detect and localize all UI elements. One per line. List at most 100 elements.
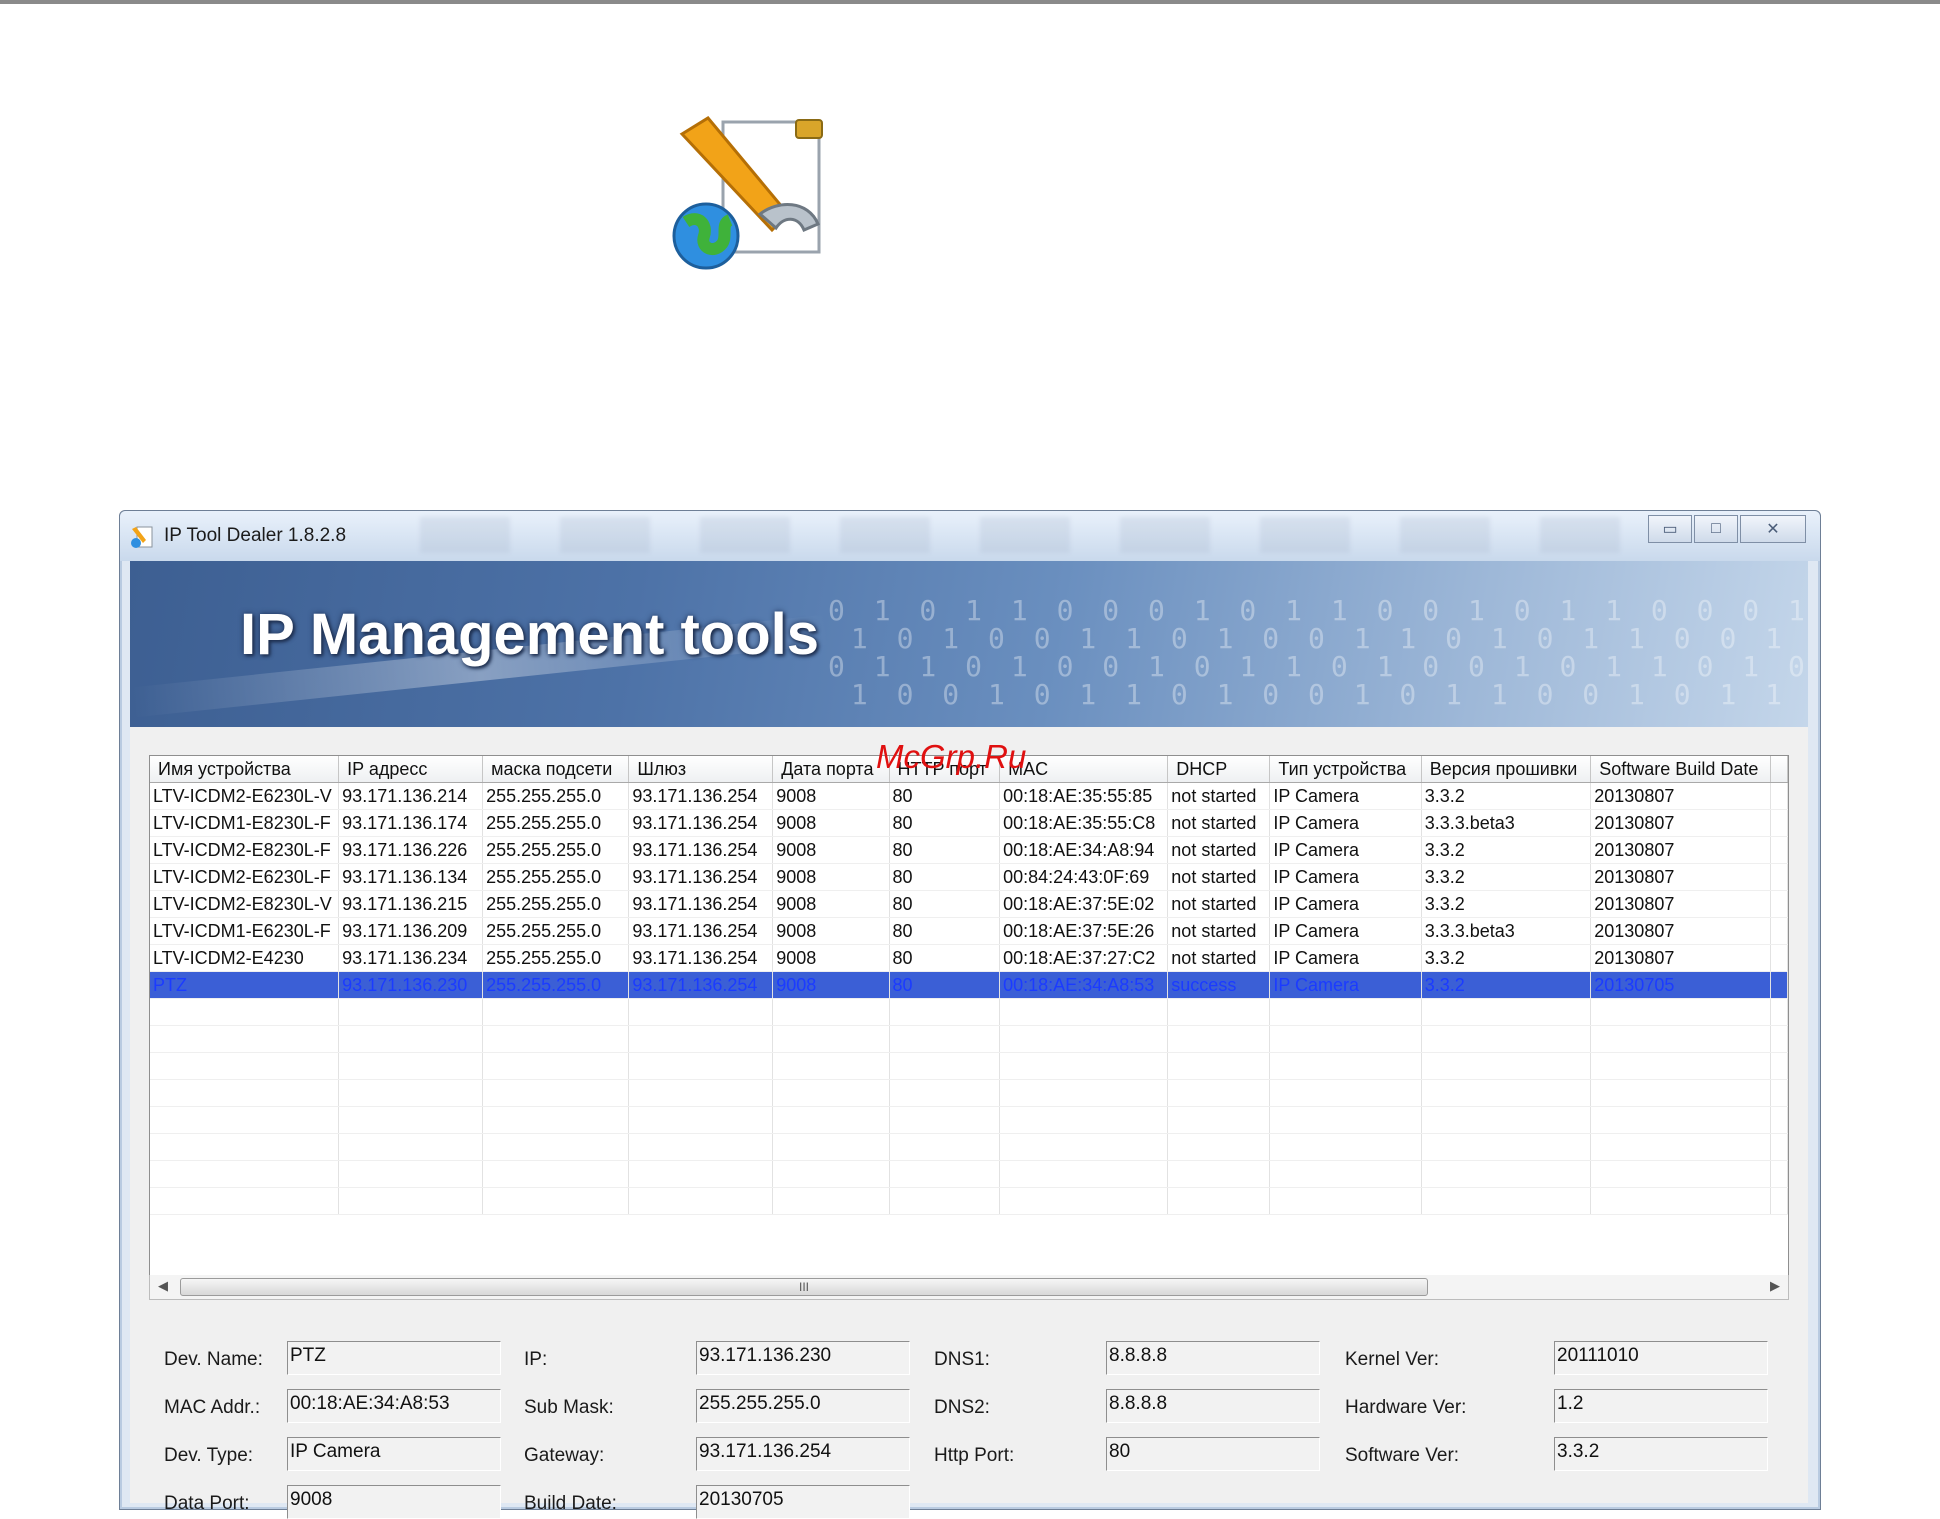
column-header[interactable]: Software Build Date: [1590, 756, 1771, 783]
table-row[interactable]: LTV-ICDM1-E8230L-F 93.171.136.174 255.255.…: [150, 809, 1788, 837]
table-cell: 3.3.2: [1421, 863, 1592, 891]
empty-cell: [772, 1079, 890, 1107]
empty-row: [150, 1025, 1788, 1053]
scroll-left-icon[interactable]: ◀: [158, 1278, 168, 1294]
empty-cell: [482, 1160, 630, 1188]
build-date-field[interactable]: 20130705: [696, 1485, 910, 1519]
table-row[interactable]: LTV-ICDM1-E6230L-F 93.171.136.209 255.255.…: [150, 917, 1788, 945]
hardware-ver-field[interactable]: 1.2: [1554, 1389, 1768, 1423]
table-row[interactable]: LTV-ICDM2-E4230 93.171.136.234 255.255.255…: [150, 944, 1788, 972]
software-ver-field[interactable]: 3.3.2: [1554, 1437, 1768, 1471]
table-cell-overflow: [1770, 782, 1788, 810]
main-content: Имя устройства IP адресс маска подсети Шлюз…: [130, 727, 1808, 1519]
ip-tool-app-icon[interactable]: [668, 104, 838, 274]
table-cell: 93.171.136.254: [628, 944, 774, 972]
ip-field[interactable]: 93.171.136.230: [696, 1341, 910, 1375]
window-titlebar[interactable]: IP Tool Dealer 1.8.2.8 ▭ □ ✕: [120, 511, 1820, 561]
table-row[interactable]: LTV-ICDM2-E6230L-F 93.171.136.134 255.255.…: [150, 863, 1788, 891]
table-cell: 80: [889, 863, 1001, 891]
empty-cell: [889, 1079, 1001, 1107]
empty-cell: [889, 1187, 1001, 1215]
table-row[interactable]: LTV-ICDM2-E6230L-V 93.171.136.214 255.255.…: [150, 782, 1788, 810]
dns1-field[interactable]: 8.8.8.8: [1106, 1341, 1320, 1375]
table-cell: LTV-ICDM2-E6230L-V: [150, 782, 340, 810]
ip-label: IP:: [524, 1349, 548, 1370]
empty-cell: [482, 1187, 630, 1215]
table-cell: 93.171.136.226: [338, 836, 484, 864]
column-header[interactable]: Имя устройства: [150, 756, 340, 783]
empty-cell: [150, 1052, 340, 1080]
kernel-ver-field[interactable]: 20111010: [1554, 1341, 1768, 1375]
table-cell: 80: [889, 836, 1001, 864]
dev-type-field[interactable]: IP Camera: [287, 1437, 501, 1471]
table-cell: 93.171.136.214: [338, 782, 484, 810]
device-table: Имя устройства IP адресс маска подсети Шлюз…: [150, 756, 1788, 1215]
empty-cell: [150, 1079, 340, 1107]
table-cell-overflow: [1770, 809, 1788, 837]
column-header[interactable]: IP адресс: [338, 756, 484, 783]
scrollbar-thumb[interactable]: III: [180, 1278, 1428, 1296]
empty-cell: [772, 1160, 890, 1188]
empty-cell: [338, 1079, 484, 1107]
empty-cell: [1770, 1025, 1788, 1053]
empty-cell: [1167, 1025, 1271, 1053]
maximize-button[interactable]: □: [1694, 515, 1738, 543]
table-cell: LTV-ICDM2-E4230: [150, 944, 340, 972]
banner-title: IP Management tools: [240, 602, 820, 667]
column-header[interactable]: Тип устройства: [1269, 756, 1422, 783]
column-header[interactable]: DHCP: [1167, 756, 1271, 783]
empty-cell: [150, 1187, 340, 1215]
table-cell: 93.171.136.254: [628, 782, 774, 810]
scroll-right-icon[interactable]: ▶: [1770, 1278, 1780, 1294]
empty-row: [150, 1079, 1788, 1107]
empty-cell: [772, 1025, 890, 1053]
table-cell: LTV-ICDM2-E8230L-V: [150, 890, 340, 918]
empty-cell: [1590, 1133, 1771, 1161]
table-cell: 20130807: [1590, 836, 1771, 864]
empty-cell: [1421, 1025, 1592, 1053]
table-cell: 93.171.136.134: [338, 863, 484, 891]
http-port-label: Http Port:: [934, 1445, 1015, 1466]
dev-name-field[interactable]: PTZ: [287, 1341, 501, 1375]
table-row[interactable]: LTV-ICDM2-E8230L-V 93.171.136.215 255.255.…: [150, 890, 1788, 918]
empty-cell: [999, 1106, 1169, 1134]
device-list[interactable]: Имя устройства IP адресс маска подсети Шлюз…: [149, 755, 1789, 1277]
empty-cell: [628, 1133, 774, 1161]
sub-mask-field[interactable]: 255.255.255.0: [696, 1389, 910, 1423]
empty-cell: [772, 998, 890, 1026]
window-title: IP Tool Dealer 1.8.2.8: [164, 525, 347, 546]
column-header[interactable]: Версия прошивки: [1421, 756, 1592, 783]
empty-cell: [628, 1052, 774, 1080]
column-header[interactable]: Шлюз: [628, 756, 774, 783]
table-cell: 80: [889, 944, 1001, 972]
empty-cell: [150, 1160, 340, 1188]
empty-cell: [1770, 998, 1788, 1026]
empty-cell: [1590, 1025, 1771, 1053]
table-cell: 9008: [772, 782, 890, 810]
table-row[interactable]: LTV-ICDM2-E8230L-F 93.171.136.226 255.255.…: [150, 836, 1788, 864]
http-port-field[interactable]: 80: [1106, 1437, 1320, 1471]
close-button[interactable]: ✕: [1740, 515, 1806, 543]
table-cell: 80: [889, 782, 1001, 810]
table-row[interactable]: PTZ 93.171.136.230 255.255.255.0 93.171.136…: [150, 971, 1788, 999]
dns2-field[interactable]: 8.8.8.8: [1106, 1389, 1320, 1423]
empty-cell: [1590, 1187, 1771, 1215]
column-header[interactable]: маска подсети: [482, 756, 630, 783]
horizontal-scrollbar[interactable]: ◀ III ▶: [149, 1275, 1789, 1300]
empty-cell: [999, 1079, 1169, 1107]
minimize-button[interactable]: ▭: [1648, 515, 1692, 543]
empty-cell: [889, 998, 1001, 1026]
table-cell: IP Camera: [1269, 944, 1422, 972]
empty-cell: [150, 1133, 340, 1161]
empty-cell: [628, 998, 774, 1026]
empty-cell: [999, 1052, 1169, 1080]
column-header[interactable]: Дата порта: [772, 756, 890, 783]
empty-cell: [999, 1187, 1169, 1215]
mac-addr-field[interactable]: 00:18:AE:34:A8:53: [287, 1389, 501, 1423]
table-cell: 3.3.2: [1421, 836, 1592, 864]
empty-cell: [889, 1025, 1001, 1053]
gateway-field[interactable]: 93.171.136.254: [696, 1437, 910, 1471]
empty-cell: [338, 998, 484, 1026]
data-port-field[interactable]: 9008: [287, 1485, 501, 1519]
empty-cell: [1167, 1052, 1271, 1080]
